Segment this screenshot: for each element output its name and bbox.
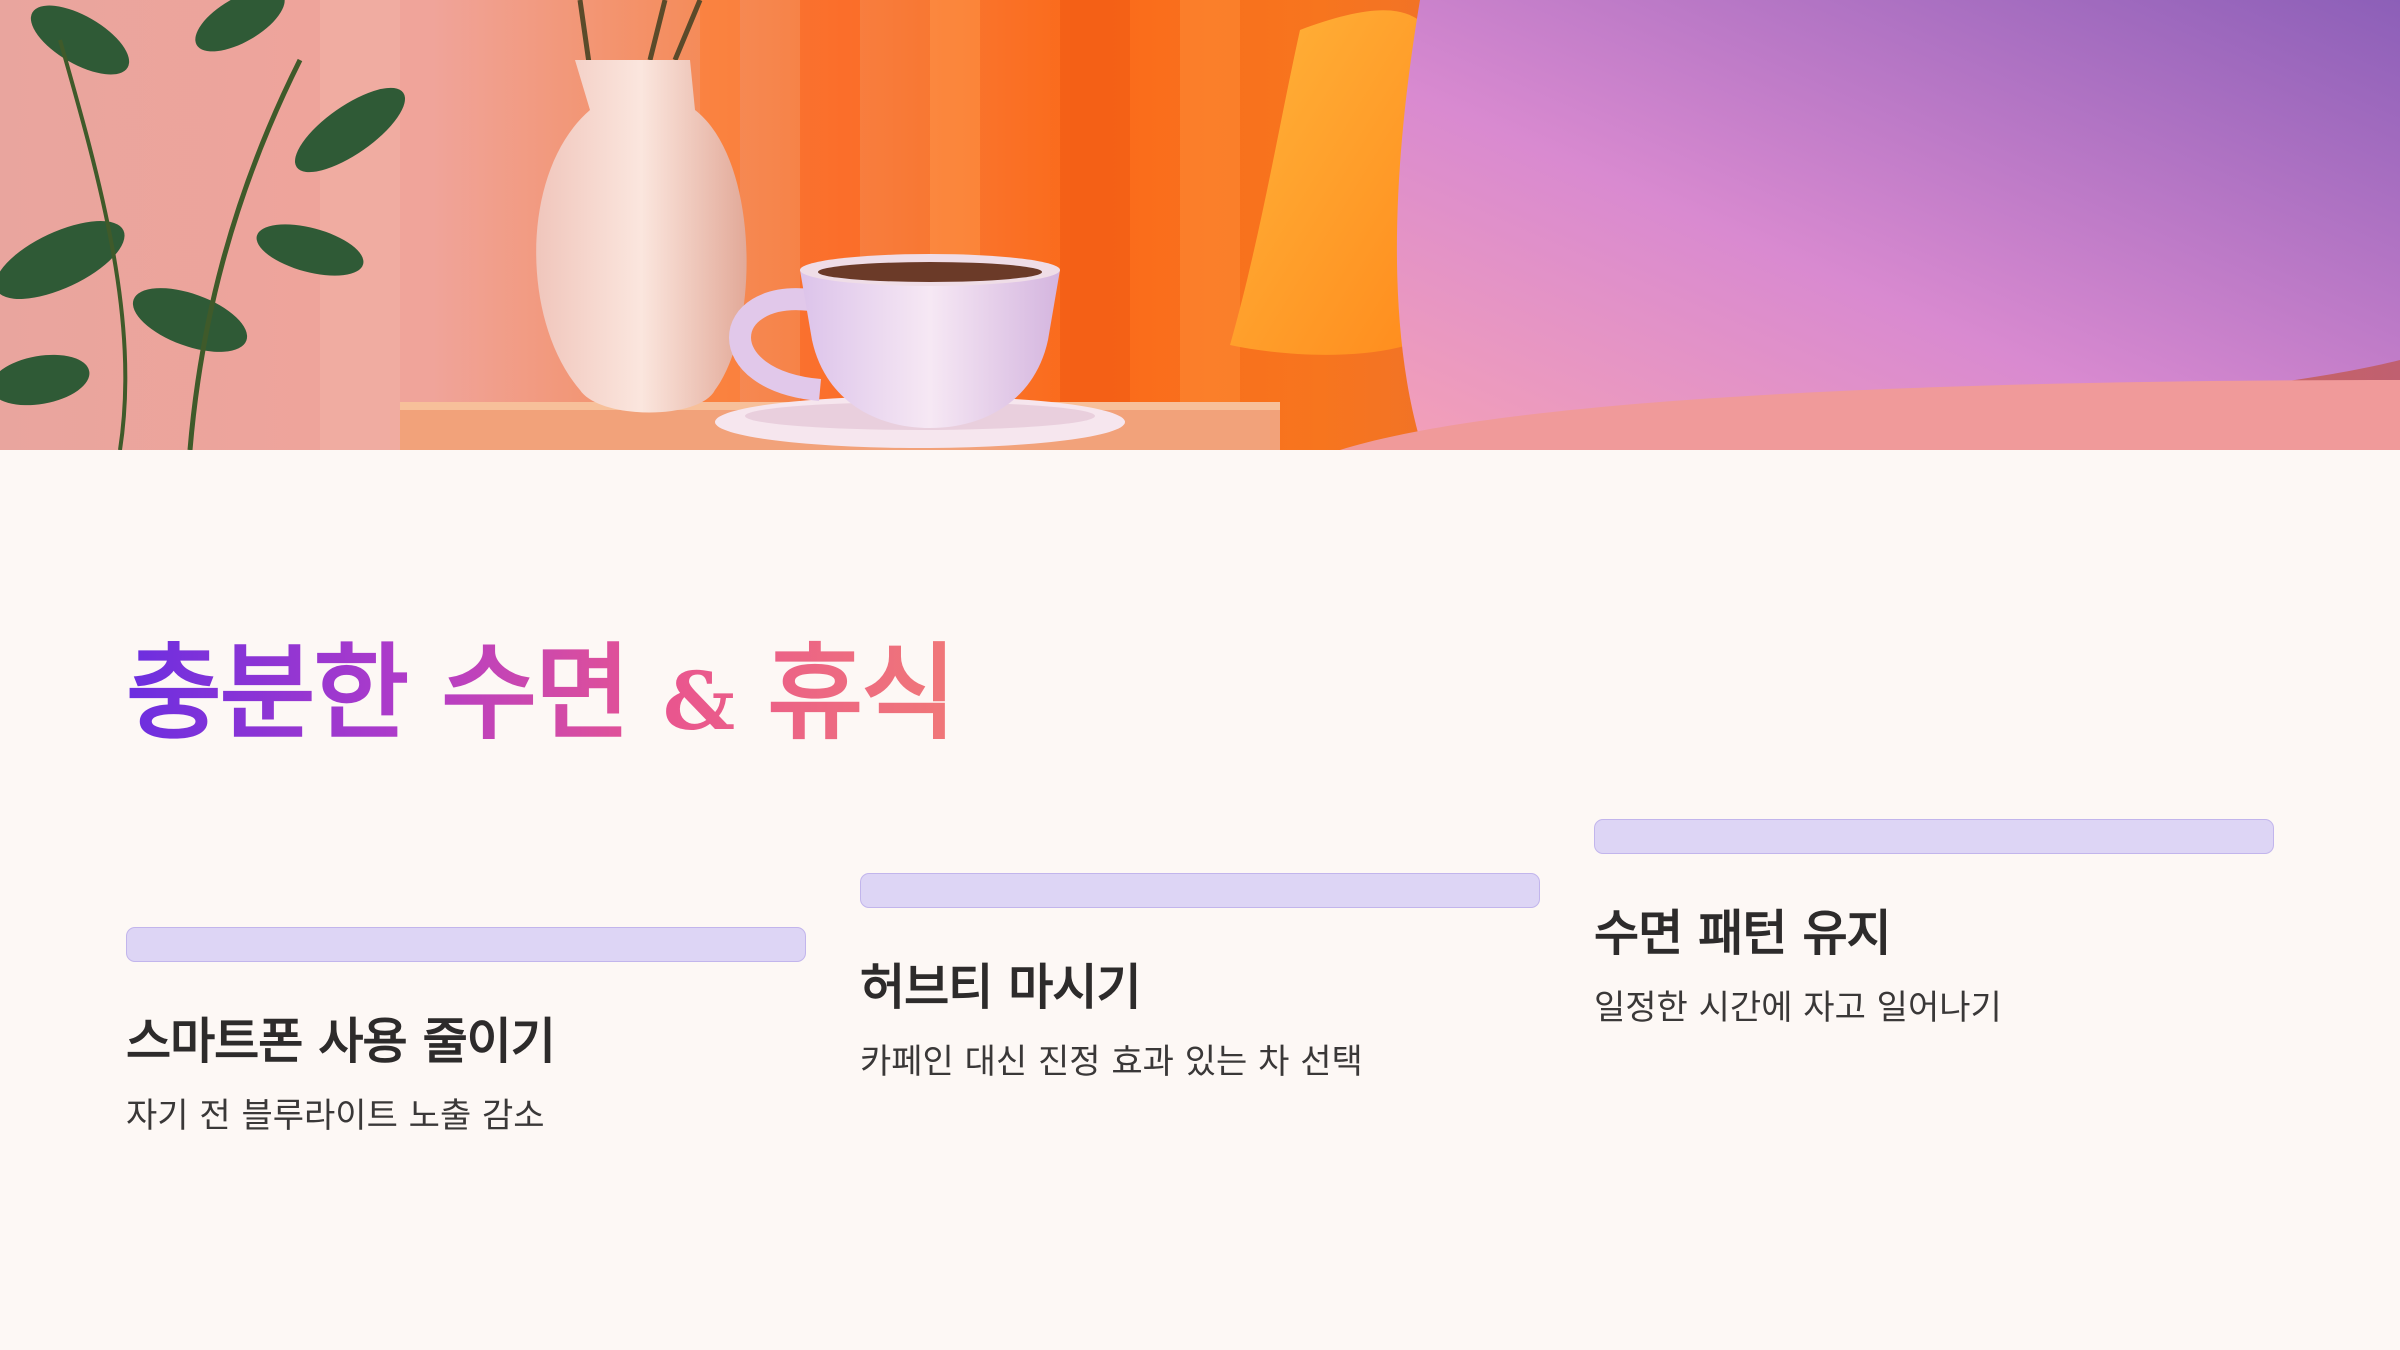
card-accent-bar [1594, 819, 2274, 854]
title-part1: 충분한 수면 [126, 632, 629, 754]
card-title: 스마트폰 사용 줄이기 [126, 1013, 556, 1070]
card-description: 자기 전 블루라이트 노출 감소 [126, 1096, 545, 1136]
tip-card-herbal-tea: 허브티 마시기 카페인 대신 진정 효과 있는 차 선택 [860, 873, 1540, 1084]
card-accent-bar [126, 927, 806, 962]
hero-image [0, 0, 2400, 450]
card-accent-bar [860, 873, 1540, 908]
tip-card-smartphone: 스마트폰 사용 줄이기 자기 전 블루라이트 노출 감소 [126, 927, 806, 1138]
card-title: 허브티 마시기 [860, 959, 1142, 1016]
title-ampersand: & [662, 654, 734, 748]
title-part2: 휴식 [767, 632, 955, 754]
card-title: 수면 패턴 유지 [1594, 905, 1892, 962]
page-title: 충분한 수면 & 휴식 [126, 628, 955, 766]
tip-card-sleep-pattern: 수면 패턴 유지 일정한 시간에 자고 일어나기 [1594, 819, 2274, 1030]
card-description: 일정한 시간에 자고 일어나기 [1594, 988, 2002, 1028]
card-description: 카페인 대신 진정 효과 있는 차 선택 [860, 1042, 1363, 1082]
